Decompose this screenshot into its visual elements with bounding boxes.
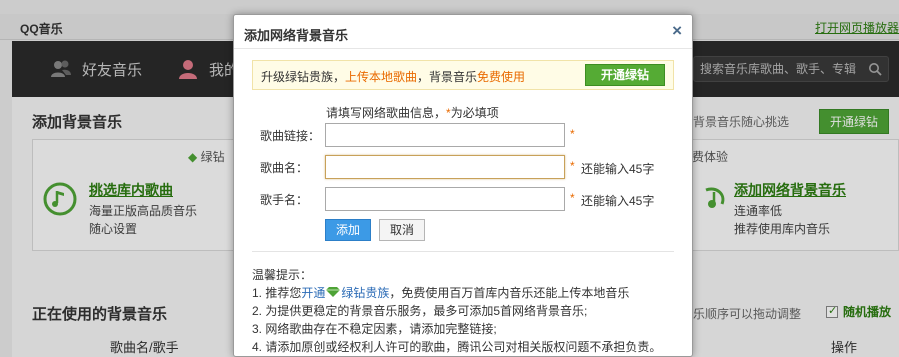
song-name-input[interactable]	[325, 155, 565, 179]
close-button[interactable]: ×	[672, 22, 682, 40]
tip-1-prefix: 1. 推荐您	[252, 286, 302, 300]
song-link-label: 歌曲链接：	[260, 129, 321, 143]
tip-3: 3. 网络歌曲存在不稳定因素，请添加完整链接;	[252, 322, 497, 336]
promo-text-free: 免费使用	[477, 70, 526, 84]
required-mark: *	[570, 191, 575, 205]
singer-name-label: 歌手名：	[260, 193, 309, 207]
required-mark: *	[570, 127, 575, 141]
song-link-input[interactable]	[325, 123, 565, 147]
singer-name-row: 歌手名： * 还能输入45字	[234, 187, 692, 211]
form-intro: 请填写网络歌曲信息，*为必填项	[326, 104, 499, 121]
tip-1-suffix: ，免费使用百万首库内音乐还能上传本地音乐	[389, 286, 630, 300]
tip-open-link[interactable]: 开通	[301, 286, 325, 300]
song-name-label: 歌曲名：	[260, 161, 309, 175]
add-button[interactable]: 添加	[325, 219, 371, 241]
open-green-diamond-button-dialog[interactable]: 开通绿钻	[585, 64, 665, 86]
promo-text: 升级绿钻贵族，上传本地歌曲，背景音乐免费使用	[261, 68, 525, 85]
song-link-row: 歌曲链接： *	[234, 123, 692, 147]
dialog-header: 添加网络背景音乐 ×	[234, 15, 692, 49]
form-intro-prefix: 请填写网络歌曲信息，	[326, 106, 447, 120]
song-name-char-hint: 还能输入45字	[581, 162, 655, 176]
form-intro-suffix: 为必填项	[450, 106, 499, 120]
dialog-title: 添加网络背景音乐	[244, 28, 349, 43]
tip-4: 4. 请添加原创或经权利人许可的歌曲，腾讯公司对相关版权问题不承担负责。	[252, 340, 662, 354]
song-name-row: 歌曲名： * 还能输入45字	[234, 155, 692, 179]
tips-title: 温馨提示：	[252, 268, 313, 282]
tip-1: 1. 推荐您开通 绿钻贵族，免费使用百万首库内音乐还能上传本地音乐	[252, 284, 682, 302]
singer-name-input[interactable]	[325, 187, 565, 211]
cancel-button[interactable]: 取消	[379, 219, 425, 241]
promo-text-1: 升级绿钻贵族，	[261, 70, 346, 84]
promo-banner: 升级绿钻贵族，上传本地歌曲，背景音乐免费使用 开通绿钻	[252, 60, 674, 90]
tip-2: 2. 为提供更稳定的背景音乐服务，最多可添加5首网络背景音乐;	[252, 304, 588, 318]
promo-text-upload: 上传本地歌曲	[345, 70, 418, 84]
green-diamond-icon	[326, 287, 341, 297]
required-mark: *	[570, 159, 575, 173]
promo-text-3: ，背景音乐	[417, 70, 478, 84]
singer-name-char-hint: 还能输入45字	[581, 194, 655, 208]
tips-section: 温馨提示： 1. 推荐您开通 绿钻贵族，免费使用百万首库内音乐还能上传本地音乐 2…	[252, 266, 682, 356]
divider	[252, 251, 674, 252]
tip-green-noble-link[interactable]: 绿钻贵族	[341, 286, 389, 300]
add-network-bgm-dialog: 添加网络背景音乐 × 升级绿钻贵族，上传本地歌曲，背景音乐免费使用 开通绿钻 请…	[233, 14, 693, 357]
